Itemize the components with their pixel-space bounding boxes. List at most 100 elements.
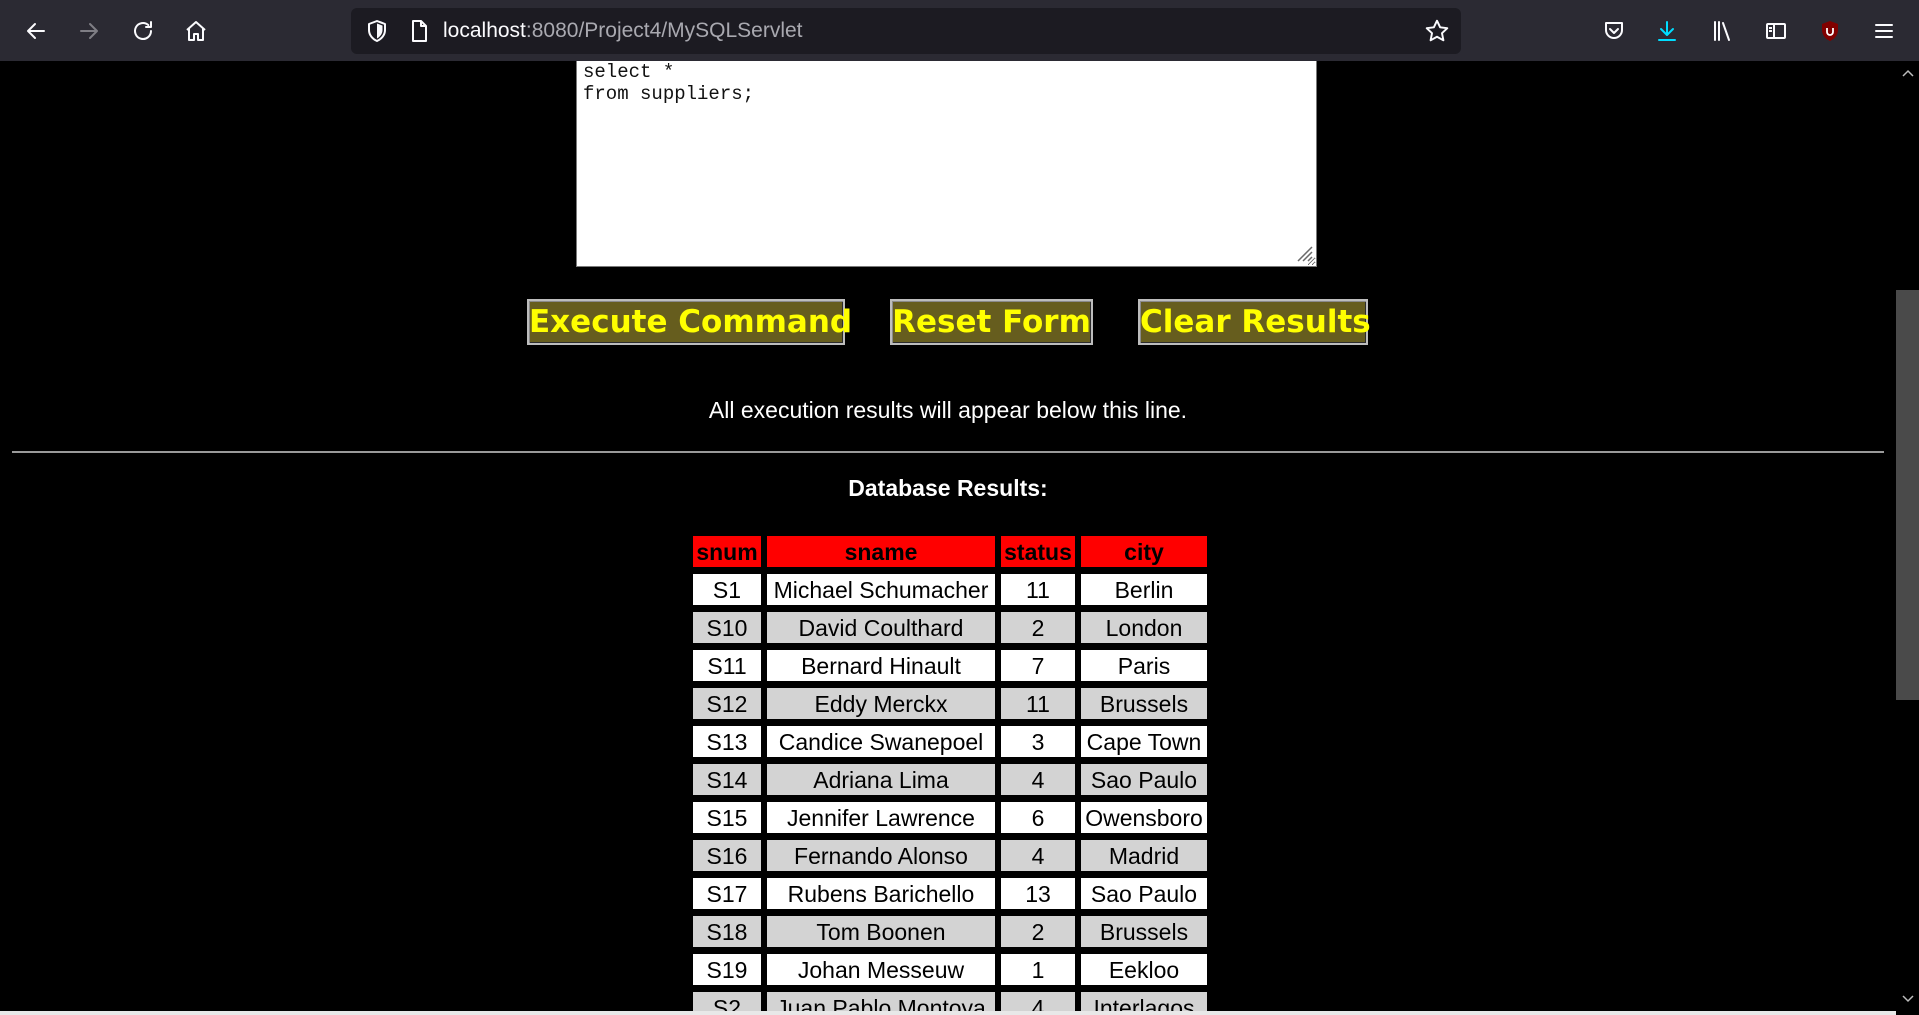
cell-sname: Michael Schumacher (767, 574, 995, 605)
ublock-button[interactable] (1810, 11, 1850, 51)
horizontal-divider (12, 451, 1884, 453)
cell-snum: S17 (693, 878, 761, 909)
bookmark-button[interactable] (1424, 18, 1450, 44)
table-row: S15 Jennifer Lawrence 6 Owensboro (693, 802, 1207, 833)
home-icon (186, 21, 206, 41)
cell-sname: Jennifer Lawrence (767, 802, 995, 833)
cell-status: 2 (1001, 612, 1075, 643)
chevron-up-icon (1901, 69, 1914, 77)
home-button[interactable] (176, 11, 216, 51)
cell-sname: David Coulthard (767, 612, 995, 643)
forward-button[interactable] (69, 11, 109, 51)
cell-snum: S14 (693, 764, 761, 795)
cell-city: Cape Town (1081, 726, 1207, 757)
arrow-left-icon (27, 23, 45, 39)
scroll-down-arrow[interactable] (1896, 990, 1919, 1008)
cell-snum: S18 (693, 916, 761, 947)
table-header-row: snum sname status city (693, 536, 1207, 567)
cell-status: 4 (1001, 840, 1075, 871)
tracking-shield-icon (368, 20, 386, 42)
clear-results-button[interactable]: Clear Results (1138, 299, 1371, 345)
table-row: S19 Johan Messeuw 1 Eekloo (693, 954, 1207, 985)
browser-toolbar: localhost:8080/Project4/MySQLServlet (0, 0, 1919, 61)
cell-snum: S16 (693, 840, 761, 871)
cell-city: Paris (1081, 650, 1207, 681)
cell-city: Berlin (1081, 574, 1207, 605)
resize-grip-icon[interactable] (1293, 242, 1313, 262)
cell-snum: S12 (693, 688, 761, 719)
hamburger-menu-icon (1875, 24, 1893, 38)
cell-status: 7 (1001, 650, 1075, 681)
cell-snum: S10 (693, 612, 761, 643)
sql-query-textarea[interactable] (576, 61, 1317, 267)
table-row: S10 David Coulthard 2 London (693, 612, 1207, 643)
cell-city: Madrid (1081, 840, 1207, 871)
window-bottom-edge (0, 1011, 1896, 1015)
sidebar-button[interactable] (1756, 11, 1796, 51)
cell-sname: Tom Boonen (767, 916, 995, 947)
scrollbar-thumb[interactable] (1896, 290, 1919, 700)
scroll-up-arrow[interactable] (1896, 64, 1919, 82)
cell-city: Sao Paulo (1081, 878, 1207, 909)
star-icon (1425, 19, 1449, 42)
table-row: S14 Adriana Lima 4 Sao Paulo (693, 764, 1207, 795)
cell-snum: S19 (693, 954, 761, 985)
column-header-city: city (1081, 536, 1207, 567)
database-results-title: Database Results: (848, 475, 1048, 501)
ublock-origin-icon (1822, 21, 1838, 41)
cell-sname: Adriana Lima (767, 764, 995, 795)
url-path: :8080/Project4/MySQLServlet (525, 19, 803, 42)
reset-form-button[interactable]: Reset Form (890, 299, 1093, 345)
cell-city: Brussels (1081, 688, 1207, 719)
library-button[interactable] (1702, 11, 1742, 51)
cell-status: 3 (1001, 726, 1075, 757)
table-row: S17 Rubens Barichello 13 Sao Paulo (693, 878, 1207, 909)
cell-city: Eekloo (1081, 954, 1207, 985)
cell-snum: S13 (693, 726, 761, 757)
execute-command-button[interactable]: Execute Command (527, 299, 852, 345)
download-icon (1658, 21, 1676, 41)
cell-sname: Rubens Barichello (767, 878, 995, 909)
cell-status: 11 (1001, 574, 1075, 605)
results-table: snum sname status city S1 Michael Schumac… (687, 529, 1213, 1015)
cell-sname: Johan Messeuw (767, 954, 995, 985)
column-header-sname: sname (767, 536, 995, 567)
cell-status: 2 (1001, 916, 1075, 947)
table-row: S16 Fernando Alonso 4 Madrid (693, 840, 1207, 871)
cell-status: 13 (1001, 878, 1075, 909)
table-row: S13 Candice Swanepoel 3 Cape Town (693, 726, 1207, 757)
cell-snum: S1 (693, 574, 761, 605)
reload-button[interactable] (123, 11, 163, 51)
tracking-protection-button[interactable] (365, 19, 389, 43)
url-text[interactable]: localhost:8080/Project4/MySQLServlet (443, 8, 803, 54)
downloads-button[interactable] (1647, 11, 1687, 51)
pocket-icon (1605, 22, 1623, 39)
sidebar-icon (1766, 23, 1786, 39)
pocket-button[interactable] (1594, 11, 1634, 51)
column-header-snum: snum (693, 536, 761, 567)
page-info-button[interactable] (407, 19, 431, 43)
cell-status: 11 (1001, 688, 1075, 719)
arrow-right-icon (80, 23, 98, 39)
cell-sname: Fernando Alonso (767, 840, 995, 871)
results-info-text: All execution results will appear below … (708, 397, 1188, 423)
table-row: S12 Eddy Merckx 11 Brussels (693, 688, 1207, 719)
cell-snum: S11 (693, 650, 761, 681)
cell-city: Brussels (1081, 916, 1207, 947)
url-bar[interactable]: localhost:8080/Project4/MySQLServlet (351, 8, 1461, 54)
table-row: S18 Tom Boonen 2 Brussels (693, 916, 1207, 947)
cell-city: Owensboro (1081, 802, 1207, 833)
app-menu-button[interactable] (1864, 11, 1904, 51)
cell-sname: Candice Swanepoel (767, 726, 995, 757)
cell-city: London (1081, 612, 1207, 643)
cell-status: 4 (1001, 764, 1075, 795)
back-button[interactable] (16, 11, 56, 51)
library-icon (1714, 21, 1730, 41)
table-row: S1 Michael Schumacher 11 Berlin (693, 574, 1207, 605)
page-content: Execute Command Reset Form Clear Results… (0, 61, 1896, 1015)
cell-sname: Eddy Merckx (767, 688, 995, 719)
cell-city: Sao Paulo (1081, 764, 1207, 795)
url-host: localhost (443, 19, 526, 42)
page-info-icon (412, 20, 427, 42)
chevron-down-icon (1901, 995, 1914, 1003)
